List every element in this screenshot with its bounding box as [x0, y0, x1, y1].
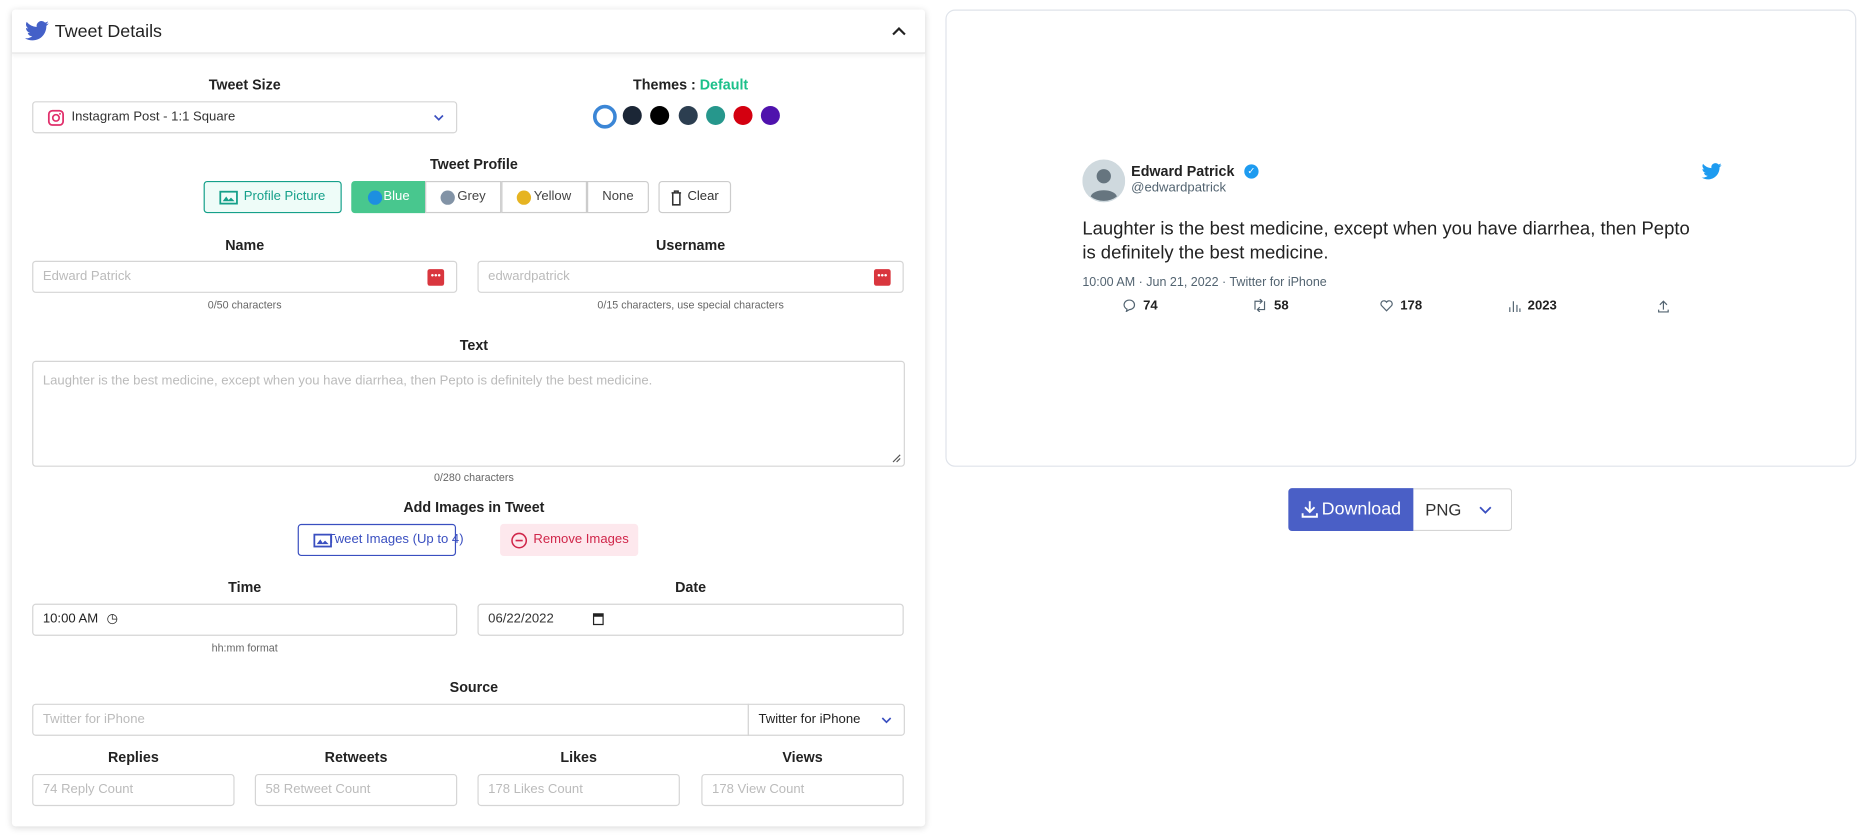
- likes-label: Likes: [477, 749, 679, 766]
- clear-button[interactable]: Clear: [658, 181, 731, 213]
- name-input[interactable]: Edward Patrick•••: [32, 261, 457, 293]
- verified-grey-icon: [441, 191, 455, 205]
- likes-stat: 178: [1380, 299, 1422, 313]
- reply-icon: [1123, 299, 1136, 312]
- download-icon: [1301, 500, 1318, 518]
- images-label: Add Images in Tweet: [32, 499, 915, 516]
- tweet-size-value: Instagram Post - 1:1 Square: [71, 110, 235, 124]
- preview-handle: @edwardpatrick: [1131, 181, 1226, 195]
- profile-picture-button[interactable]: Profile Picture: [204, 181, 342, 213]
- replies-stat: 74: [1123, 299, 1158, 313]
- source-select[interactable]: Twitter for iPhone: [748, 704, 905, 736]
- name-label: Name: [32, 237, 457, 254]
- badge-none-button[interactable]: None: [587, 181, 649, 213]
- tweet-size-label: Tweet Size: [32, 76, 457, 93]
- more-options-icon[interactable]: •••: [874, 269, 891, 286]
- minus-circle-icon: [511, 532, 528, 549]
- name-hint: 0/50 characters: [32, 299, 457, 311]
- theme-black[interactable]: [650, 106, 669, 125]
- retweet-icon: [1253, 299, 1267, 312]
- views-stat: 2023: [1509, 299, 1557, 313]
- resize-handle-icon[interactable]: [892, 454, 902, 464]
- likes-input[interactable]: 178 Likes Count: [477, 774, 679, 806]
- theme-red[interactable]: [733, 106, 752, 125]
- more-options-icon[interactable]: •••: [427, 269, 444, 286]
- retweets-label: Retweets: [255, 749, 457, 766]
- views-icon: [1509, 300, 1521, 312]
- theme-purple[interactable]: [761, 106, 780, 125]
- verified-yellow-icon: [517, 191, 531, 205]
- badge-yellow-button[interactable]: Yellow: [501, 181, 587, 213]
- source-input[interactable]: Twitter for iPhone: [32, 704, 749, 736]
- replies-input[interactable]: 74 Reply Count: [32, 774, 234, 806]
- tweet-preview: Edward Patrick ✓ @edwardpatrick Laughter…: [945, 10, 1856, 467]
- download-button[interactable]: Download: [1288, 488, 1413, 531]
- retweets-input[interactable]: 58 Retweet Count: [255, 774, 457, 806]
- badge-grey-button[interactable]: Grey: [425, 181, 501, 213]
- theme-default[interactable]: [593, 105, 617, 129]
- twitter-bird-icon: [25, 20, 49, 41]
- themes-label: Themes : Default: [477, 76, 903, 93]
- source-label: Source: [32, 679, 915, 696]
- format-select[interactable]: PNG: [1413, 488, 1512, 531]
- badge-blue-button[interactable]: Blue: [351, 181, 425, 213]
- verified-badge-icon: ✓: [1244, 164, 1258, 178]
- clock-icon[interactable]: ◷: [107, 612, 118, 626]
- views-label: Views: [701, 749, 903, 766]
- remove-images-button[interactable]: Remove Images: [500, 524, 638, 556]
- theme-slate[interactable]: [679, 106, 698, 125]
- date-label: Date: [477, 579, 903, 596]
- chevron-up-icon[interactable]: [892, 26, 906, 36]
- preview-meta: 10:00 AM · Jun 21, 2022 · Twitter for iP…: [1082, 275, 1326, 289]
- share-icon[interactable]: [1657, 300, 1669, 313]
- panel-title: Tweet Details: [55, 21, 162, 41]
- username-hint: 0/15 characters, use special characters: [477, 299, 903, 311]
- calendar-icon[interactable]: [593, 613, 604, 625]
- panel-header[interactable]: Tweet Details: [12, 10, 925, 54]
- preview-name: Edward Patrick: [1131, 163, 1234, 180]
- chevron-down-icon: [433, 114, 444, 121]
- text-textarea[interactable]: Laughter is the best medicine, except wh…: [32, 361, 905, 467]
- theme-dim[interactable]: [623, 106, 642, 125]
- tweet-size-select[interactable]: Instagram Post - 1:1 Square: [32, 101, 457, 133]
- text-label: Text: [32, 337, 915, 354]
- chevron-down-icon: [1479, 506, 1492, 514]
- trash-icon: [670, 189, 682, 206]
- time-hint: hh:mm format: [32, 642, 457, 654]
- text-hint: 0/280 characters: [32, 472, 915, 484]
- views-input[interactable]: 178 View Count: [701, 774, 903, 806]
- username-label: Username: [477, 237, 903, 254]
- add-tweet-images-button[interactable]: Tweet Images (Up to 4): [298, 524, 456, 556]
- username-input[interactable]: edwardpatrick•••: [477, 261, 903, 293]
- current-theme: Default: [700, 76, 748, 93]
- chevron-down-icon: [881, 717, 892, 724]
- time-input[interactable]: 10:00 AM ◷: [32, 604, 457, 636]
- avatar: [1082, 160, 1125, 203]
- date-input[interactable]: 06/22/2022: [477, 604, 903, 636]
- time-label: Time: [32, 579, 457, 596]
- preview-text: Laughter is the best medicine, except wh…: [1082, 218, 1701, 266]
- tweet-profile-label: Tweet Profile: [32, 156, 915, 173]
- image-icon: [219, 191, 238, 205]
- tweet-details-panel: Tweet Details Tweet Size Instagram Post …: [12, 10, 925, 827]
- verified-blue-icon: [368, 191, 382, 205]
- heart-icon: [1380, 300, 1393, 312]
- image-icon: [313, 533, 332, 547]
- instagram-icon: [48, 110, 65, 127]
- retweets-stat: 58: [1253, 299, 1289, 313]
- theme-teal[interactable]: [706, 106, 725, 125]
- twitter-bird-icon: [1702, 163, 1722, 180]
- replies-label: Replies: [32, 749, 234, 766]
